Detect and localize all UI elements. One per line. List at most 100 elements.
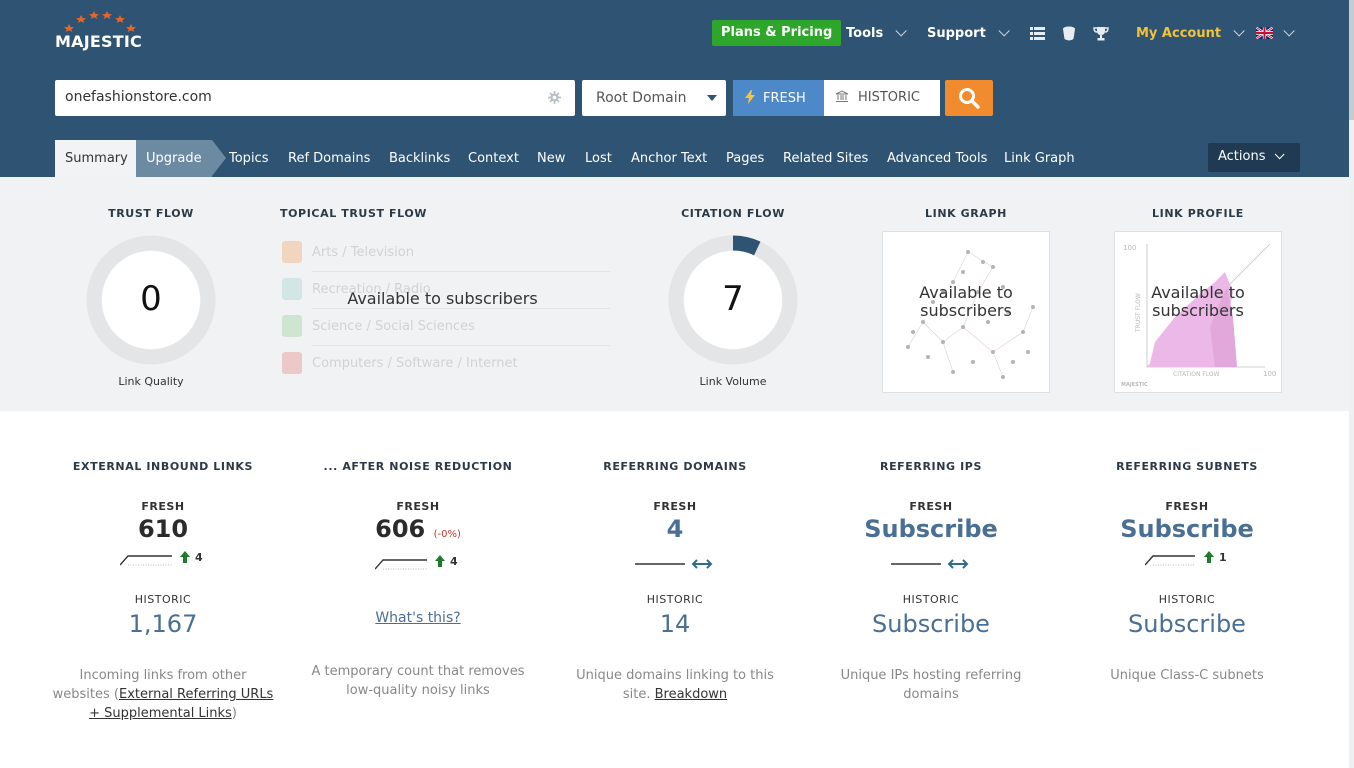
trend-sparkline: 4 xyxy=(43,551,283,577)
domain-search-input[interactable] xyxy=(65,89,535,105)
graph-node xyxy=(1011,360,1015,364)
historic-label: HISTORIC xyxy=(858,90,920,105)
page-scrollbar[interactable] xyxy=(1349,0,1354,768)
fresh-index-button[interactable]: FRESH xyxy=(733,80,824,116)
stat-title: ... AFTER NOISE REDUCTION xyxy=(323,460,513,473)
stat-referring-ips: REFERRING IPS FRESH Subscribe HISTORIC S… xyxy=(811,460,1051,704)
topic-label: Science / Social Sciences xyxy=(312,319,475,334)
trust-flow-value: 0 xyxy=(140,279,162,319)
tab-summary[interactable]: Summary xyxy=(55,140,138,177)
link-profile-subscribers-overlay: Available to subscribers xyxy=(1151,283,1245,320)
subscribe-link[interactable]: Subscribe xyxy=(811,515,1051,547)
caret-down-icon xyxy=(707,95,717,101)
stat-description: Unique Class-C subnets xyxy=(1110,668,1264,683)
graph-node xyxy=(1001,375,1005,379)
whats-this-link[interactable]: What's this? xyxy=(298,606,538,640)
subscribe-link[interactable]: Subscribe xyxy=(1067,610,1307,644)
stat-after-noise-reduction: ... AFTER NOISE REDUCTION FRESH 606 (-0%… xyxy=(298,460,538,700)
tab-anchor-text[interactable]: Anchor Text xyxy=(631,140,707,177)
fresh-label: FRESH xyxy=(396,500,440,513)
my-account-menu[interactable]: My Account xyxy=(1136,20,1245,46)
stat-title: REFERRING IPS xyxy=(880,460,982,473)
scrollbar-thumb[interactable] xyxy=(1349,0,1354,120)
domain-search-field[interactable] xyxy=(55,80,575,116)
tab-new[interactable]: New xyxy=(537,140,565,177)
historic-label: HISTORIC xyxy=(1158,593,1216,606)
tab-backlinks[interactable]: Backlinks xyxy=(389,140,450,177)
arrow-up-icon xyxy=(435,555,445,567)
support-menu[interactable]: Support xyxy=(927,20,1010,46)
language-menu[interactable] xyxy=(1256,20,1295,46)
tab-link-graph[interactable]: Link Graph xyxy=(1004,140,1075,177)
tab-ref-domains[interactable]: Ref Domains xyxy=(288,140,370,177)
flow-metrics-band: TRUST FLOW 0 Link Quality TOPICAL TRUST … xyxy=(0,177,1354,411)
chevron-down-icon xyxy=(1274,149,1285,160)
topic-label: Computers / Software / Internet xyxy=(312,356,518,371)
graph-node xyxy=(961,325,965,329)
topic-row: Arts / Television xyxy=(280,239,610,276)
topical-trust-flow-title: TOPICAL TRUST FLOW xyxy=(280,207,428,220)
chevron-down-icon xyxy=(1283,25,1295,37)
fresh-value: 606 (-0%) xyxy=(375,515,461,543)
tab-advanced-tools[interactable]: Advanced Tools xyxy=(887,140,987,177)
search-button[interactable] xyxy=(945,80,993,116)
actions-button[interactable]: Actions xyxy=(1208,143,1300,172)
subscribe-link[interactable]: Subscribe xyxy=(811,610,1051,644)
citation-flow-title: CITATION FLOW xyxy=(681,207,785,220)
topical-trust-flow-list: Arts / Television Recreation / Radio Sci… xyxy=(280,239,610,387)
sparkline-icon xyxy=(375,555,445,570)
stat-referring-domains: REFERRING DOMAINS FRESH 4 HISTORIC 14 Un… xyxy=(555,460,795,704)
graph-node xyxy=(966,250,970,254)
profile-axis-x: CITATION FLOW xyxy=(1173,371,1220,378)
fresh-label: FRESH xyxy=(1165,500,1209,513)
graph-node xyxy=(921,320,925,324)
trophy-icon[interactable] xyxy=(1093,20,1109,46)
graph-node xyxy=(906,345,910,349)
list-icon[interactable] xyxy=(1030,20,1045,46)
gear-icon[interactable] xyxy=(548,91,561,104)
site-header: MAJESTIC Plans & Pricing Tools Support M… xyxy=(0,0,1354,177)
citation-flow-value: 7 xyxy=(722,279,744,319)
tab-topics[interactable]: Topics xyxy=(229,140,268,177)
tools-menu[interactable]: Tools xyxy=(846,20,907,46)
link-graph-subscribers-overlay: Available to subscribers xyxy=(919,283,1013,320)
logo-stars-icon xyxy=(64,11,136,32)
scope-select[interactable]: Root Domain xyxy=(582,80,726,116)
tab-context[interactable]: Context xyxy=(468,140,519,177)
fresh-value: 610 xyxy=(137,515,189,543)
support-label: Support xyxy=(927,25,986,41)
profile-brand-mark: MAJESTIC xyxy=(1121,382,1148,388)
stat-description: Incoming links from other websites (Exte… xyxy=(52,668,274,721)
graph-node xyxy=(971,360,975,364)
subscribe-link[interactable]: Subscribe xyxy=(1067,515,1307,547)
breakdown-link[interactable]: Breakdown xyxy=(655,687,728,702)
historic-index-button[interactable]: HISTORIC xyxy=(824,80,940,116)
majestic-logo[interactable]: MAJESTIC xyxy=(55,10,145,55)
fresh-value[interactable]: 4 xyxy=(555,515,795,547)
change-percent: (-0%) xyxy=(433,529,461,540)
cup-icon[interactable] xyxy=(1062,20,1076,46)
stat-description: Unique domains linking to this site. Bre… xyxy=(576,668,774,702)
historic-label: HISTORIC xyxy=(646,593,704,606)
tab-related-sites[interactable]: Related Sites xyxy=(783,140,868,177)
graph-node xyxy=(941,340,945,344)
link-profile-title: LINK PROFILE xyxy=(1152,207,1244,220)
profile-tick-x: 100 xyxy=(1263,370,1276,378)
trend-sparkline: 1 xyxy=(1067,551,1307,577)
sparkline-icon xyxy=(1145,551,1214,566)
historic-value[interactable]: 14 xyxy=(555,610,795,644)
historic-value: 1,167 xyxy=(128,610,198,638)
tab-upgrade[interactable]: Upgrade xyxy=(136,140,226,177)
tab-pages[interactable]: Pages xyxy=(726,140,764,177)
plans-pricing-button[interactable]: Plans & Pricing xyxy=(712,20,842,46)
uk-flag-icon xyxy=(1256,27,1273,39)
fresh-label: FRESH xyxy=(909,500,953,513)
chevron-down-icon xyxy=(895,25,907,37)
arrow-up-icon xyxy=(180,551,190,563)
trend-sparkline xyxy=(555,551,795,577)
historic-label: HISTORIC xyxy=(902,593,960,606)
tab-lost[interactable]: Lost xyxy=(585,140,612,177)
graph-node xyxy=(986,320,990,324)
stat-referring-subnets: REFERRING SUBNETS FRESH Subscribe 1 HIST… xyxy=(1067,460,1307,685)
logo-wordmark: MAJESTIC xyxy=(55,32,142,51)
